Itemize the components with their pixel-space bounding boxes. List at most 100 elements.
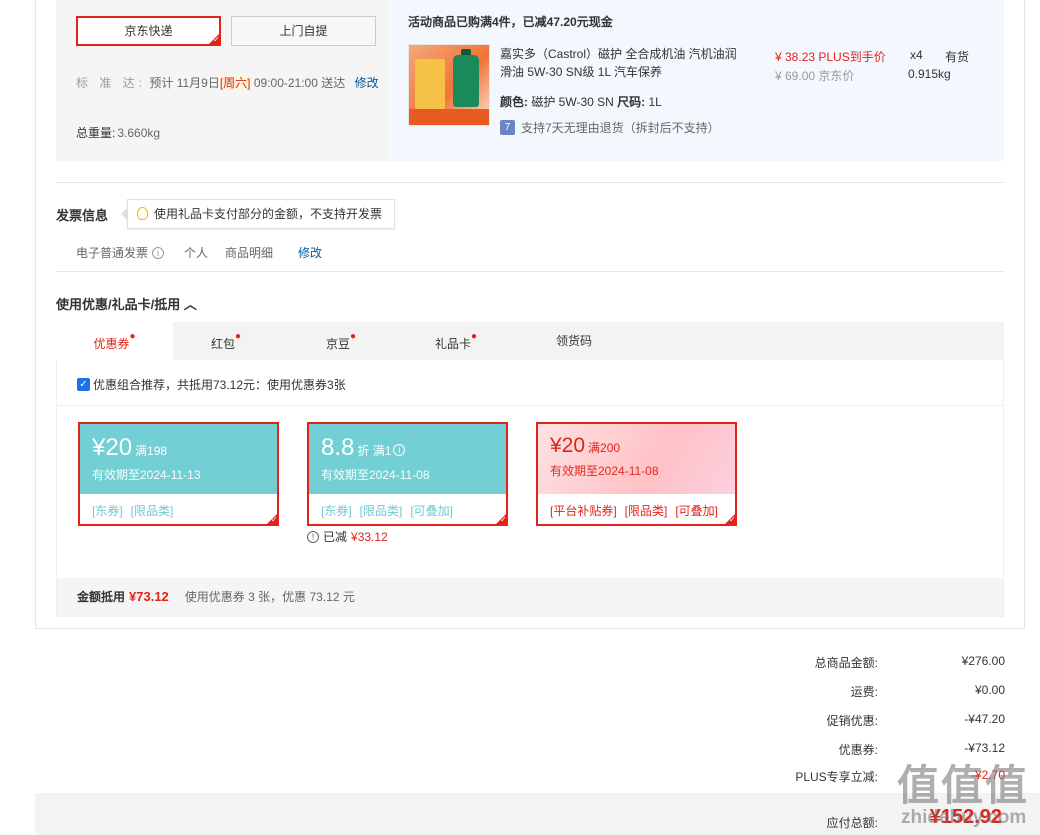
coupon-expiry: 有效期至2024-11-13 [92, 468, 201, 482]
delivery-weekday: [周六] [219, 76, 251, 90]
jd-express-option[interactable]: 京东快递 ✓ [76, 16, 221, 46]
color-value: 磁护 5W-30 SN [531, 95, 614, 109]
tab-red-packet[interactable]: 红包● [186, 322, 266, 360]
info-icon[interactable]: i [152, 246, 165, 259]
invoice-tip-text: 使用礼品卡支付部分的金额，不支持开发票 [154, 207, 383, 221]
red-dot-icon: ● [234, 331, 242, 342]
red-dot-icon: ● [349, 331, 357, 342]
info-icon: ! [307, 530, 319, 543]
coupon-card[interactable]: ¥20 满200 有效期至2024-11-08 [平台补贴券] [限品类] [可叠加]… [536, 422, 737, 526]
return-policy-text: 支持7天无理由退货（拆封后不支持） [521, 121, 720, 135]
selected-check-icon: ✓ [494, 512, 508, 526]
selected-check-icon: ✓ [265, 512, 279, 526]
product-name-link[interactable]: 嘉实多（Castrol）磁护 全合成机油 汽机油润滑油 5W-30 SN级 1L… [500, 45, 740, 81]
invoice-detail: 商品明细 [225, 246, 274, 260]
quantity: x4 [910, 48, 923, 62]
delivery-window: 09:00-21:00 送达 [253, 76, 346, 90]
total-weight-value: 3.660kg [117, 126, 161, 140]
promo-discount-value: -¥47.20 [964, 712, 1005, 726]
discount-section-toggle[interactable]: 使用优惠/礼品卡/抵用 ︿ [56, 294, 197, 313]
total-goods-value: ¥276.00 [961, 654, 1005, 668]
coupon-amount-value: 8.8 [321, 434, 355, 461]
coupon-condition: 满200 [588, 441, 621, 455]
plus-discount-value: -¥2.70 [970, 768, 1005, 782]
saved-label: 已减 [323, 530, 348, 544]
invoice-person: 个人 [184, 246, 209, 260]
coupon-amount-value: ¥20 [92, 434, 133, 461]
coupon-card[interactable]: ¥20 满198 有效期至2024-11-13 [东券] [限品类] ✓ [78, 422, 279, 526]
promo-title: 活动商品已购满4件，已减47.20元现金 [408, 15, 613, 29]
coupon-card[interactable]: 8.8 折 满1 i 有效期至2024-11-08 [东券] [限品类] [可叠加] ✓ [307, 422, 508, 526]
coupon-amount: ¥20 满198 [92, 434, 167, 462]
divider [56, 405, 1004, 406]
size-value: 1L [648, 95, 662, 109]
coupon-face: ¥20 满200 有效期至2024-11-08 [538, 424, 735, 494]
saved-value: ¥33.12 [351, 529, 388, 544]
shipping-fee-value: ¥0.00 [974, 683, 1005, 697]
summary-desc: 使用优惠券 3 张，优惠 73.12 元 [184, 590, 355, 604]
tab-coupons[interactable]: 优惠券● [56, 322, 173, 360]
payable-label: 应付总额: [826, 816, 878, 830]
coupon-tag: [可叠加] [410, 504, 454, 518]
product-image[interactable] [408, 44, 490, 126]
coupon-tag: [可叠加] [675, 504, 719, 518]
red-dot-icon: ● [470, 331, 478, 342]
modify-invoice-link[interactable]: 修改 [298, 244, 322, 261]
delivery-date: 预计 11月9日 [149, 76, 220, 90]
jd-express-label: 京东快递 [124, 24, 173, 38]
total-weight-label: 总重量: [76, 126, 116, 140]
tab-gift-card[interactable]: 礼品卡● [416, 322, 496, 360]
pickup-label: 上门自提 [279, 24, 328, 38]
modify-delivery-link[interactable]: 修改 [355, 76, 379, 90]
delivery-time-row: 标 准 达: 预计 11月9日[周六] 09:00-21:00 送达 修改 [76, 74, 379, 91]
discount-summary: 金额抵用 ¥73.12 使用优惠券 3 张，优惠 73.12 元 [57, 578, 1003, 616]
invoice-title: 发票信息 [56, 208, 109, 223]
coupon-tag: [限品类] [130, 504, 174, 518]
info-icon[interactable]: i [393, 444, 406, 456]
image-stripe [409, 109, 489, 125]
divider [56, 182, 1004, 183]
product-box-shape [415, 59, 445, 109]
tab-redeem-code[interactable]: 领货码 [534, 322, 614, 360]
selected-check-icon: ✓ [723, 512, 737, 526]
tab-label: 优惠券 [93, 337, 130, 351]
product-weight: 0.915kg [908, 67, 951, 81]
bottle-shape [453, 55, 479, 107]
coupon-face: 8.8 折 满1 i 有效期至2024-11-08 [309, 424, 506, 494]
tab-jd-beans[interactable]: 京豆● [301, 322, 381, 360]
coupon-tag: [限品类] [624, 504, 668, 518]
return-policy: 7 支持7天无理由退货（拆封后不支持） [500, 119, 720, 136]
coupon-amount: 8.8 折 满1 i [321, 434, 406, 462]
color-label: 颜色: [500, 95, 528, 109]
delivery-label: 标 准 达: [76, 76, 147, 90]
coupon-tag: [东券] [92, 504, 123, 518]
plus-price: ¥ 38.23 PLUS到手价 [775, 50, 886, 64]
red-dot-icon: ● [129, 331, 136, 342]
coupon-expiry: 有效期至2024-11-08 [550, 464, 659, 478]
promo-discount-label: 促销优惠: [826, 714, 878, 728]
coupon-tag: [东券] [321, 504, 352, 518]
tab-label: 京豆 [325, 337, 350, 351]
checkbox-checked-icon: ✓ [77, 378, 90, 391]
coupon-tags: [东券] [限品类] [可叠加] [321, 502, 461, 519]
coupon-amount: ¥20 满200 [550, 434, 620, 458]
pickup-option[interactable]: 上门自提 [231, 16, 376, 46]
payable-value: ¥152.92 [929, 806, 1002, 828]
tab-label: 礼品卡 [434, 337, 471, 351]
invoice-tooltip: 使用礼品卡支付部分的金额，不支持开发票 [121, 199, 395, 229]
stock-status: 有货 [945, 50, 970, 64]
coupon-expiry: 有效期至2024-11-08 [321, 468, 430, 482]
lightbulb-icon [137, 207, 148, 220]
selected-check-icon: ✓ [207, 32, 221, 46]
size-label: 尺码: [617, 95, 646, 109]
combo-recommend-checkbox[interactable]: ✓ 优惠组合推荐，共抵用73.12元：使用优惠券3张 [77, 376, 346, 393]
summary-label: 金额抵用 [77, 590, 126, 604]
jd-price: ¥ 69.00 京东价 [775, 69, 855, 83]
plus-discount-label: PLUS专享立减: [795, 770, 878, 784]
combo-recommend-text: 优惠组合推荐，共抵用73.12元：使用优惠券3张 [93, 378, 346, 392]
coupon-saved-note: ! 已减 ¥33.12 [307, 528, 388, 545]
summary-value: ¥73.12 [129, 589, 169, 604]
coupon-condition: 满198 [135, 444, 168, 458]
coupon-discount-value: -¥73.12 [964, 741, 1005, 755]
tab-label: 领货码 [555, 334, 592, 348]
